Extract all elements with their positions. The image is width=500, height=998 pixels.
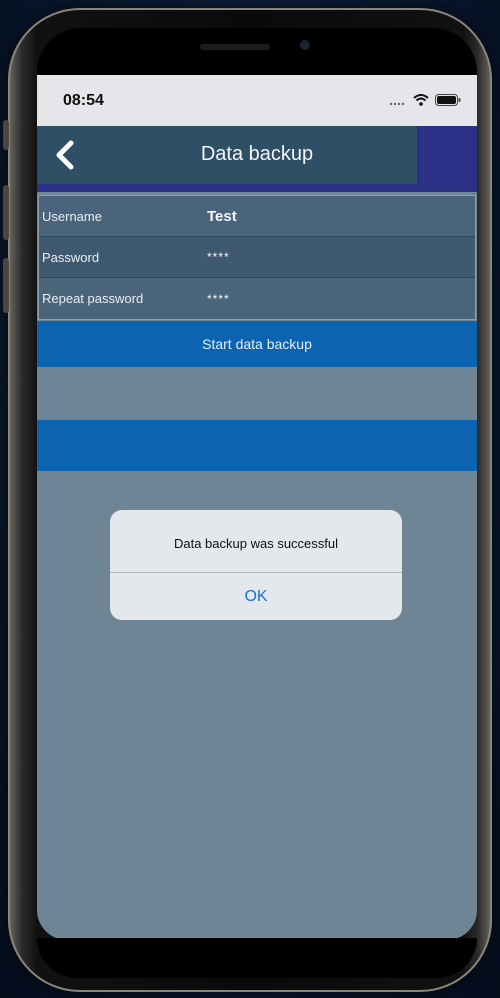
alert-dialog: Data backup was successful OK (110, 510, 402, 620)
signal-icon (389, 93, 407, 111)
password-field[interactable]: **** (207, 250, 475, 264)
username-label: Username (42, 208, 102, 224)
start-backup-button[interactable]: Start data backup (37, 321, 477, 367)
dialog-ok-button[interactable]: OK (110, 573, 402, 620)
status-time: 08:54 (63, 92, 104, 109)
speaker-grille (200, 44, 270, 50)
volume-down-button (3, 258, 9, 313)
empty-blue-bar (37, 420, 477, 471)
password-label: Password (42, 249, 100, 265)
screen-top-bezel (37, 28, 477, 78)
navigation-bar: Data backup (37, 126, 477, 184)
status-bar: 08:54 (37, 75, 477, 126)
form-row-password: Password **** (39, 237, 475, 278)
status-icons (389, 93, 461, 111)
battery-icon (435, 93, 461, 111)
volume-up-button (3, 185, 9, 240)
repeat-password-field[interactable]: **** (207, 292, 475, 306)
username-field[interactable]: Test (207, 208, 475, 225)
repeat-password-label: Repeat password (42, 291, 144, 306)
form-row-username: Username Test (39, 196, 475, 237)
mute-switch (3, 120, 9, 150)
credentials-form: Username Test Password **** Repeat passw… (38, 195, 476, 320)
wifi-icon (413, 93, 429, 111)
dialog-message: Data backup was successful (173, 536, 339, 551)
front-camera (300, 40, 310, 50)
nav-underline (37, 184, 477, 192)
form-row-repeat-password: Repeat password **** (39, 278, 475, 319)
page-title: Data backup (200, 143, 314, 165)
screen-bottom-bezel (37, 938, 477, 978)
